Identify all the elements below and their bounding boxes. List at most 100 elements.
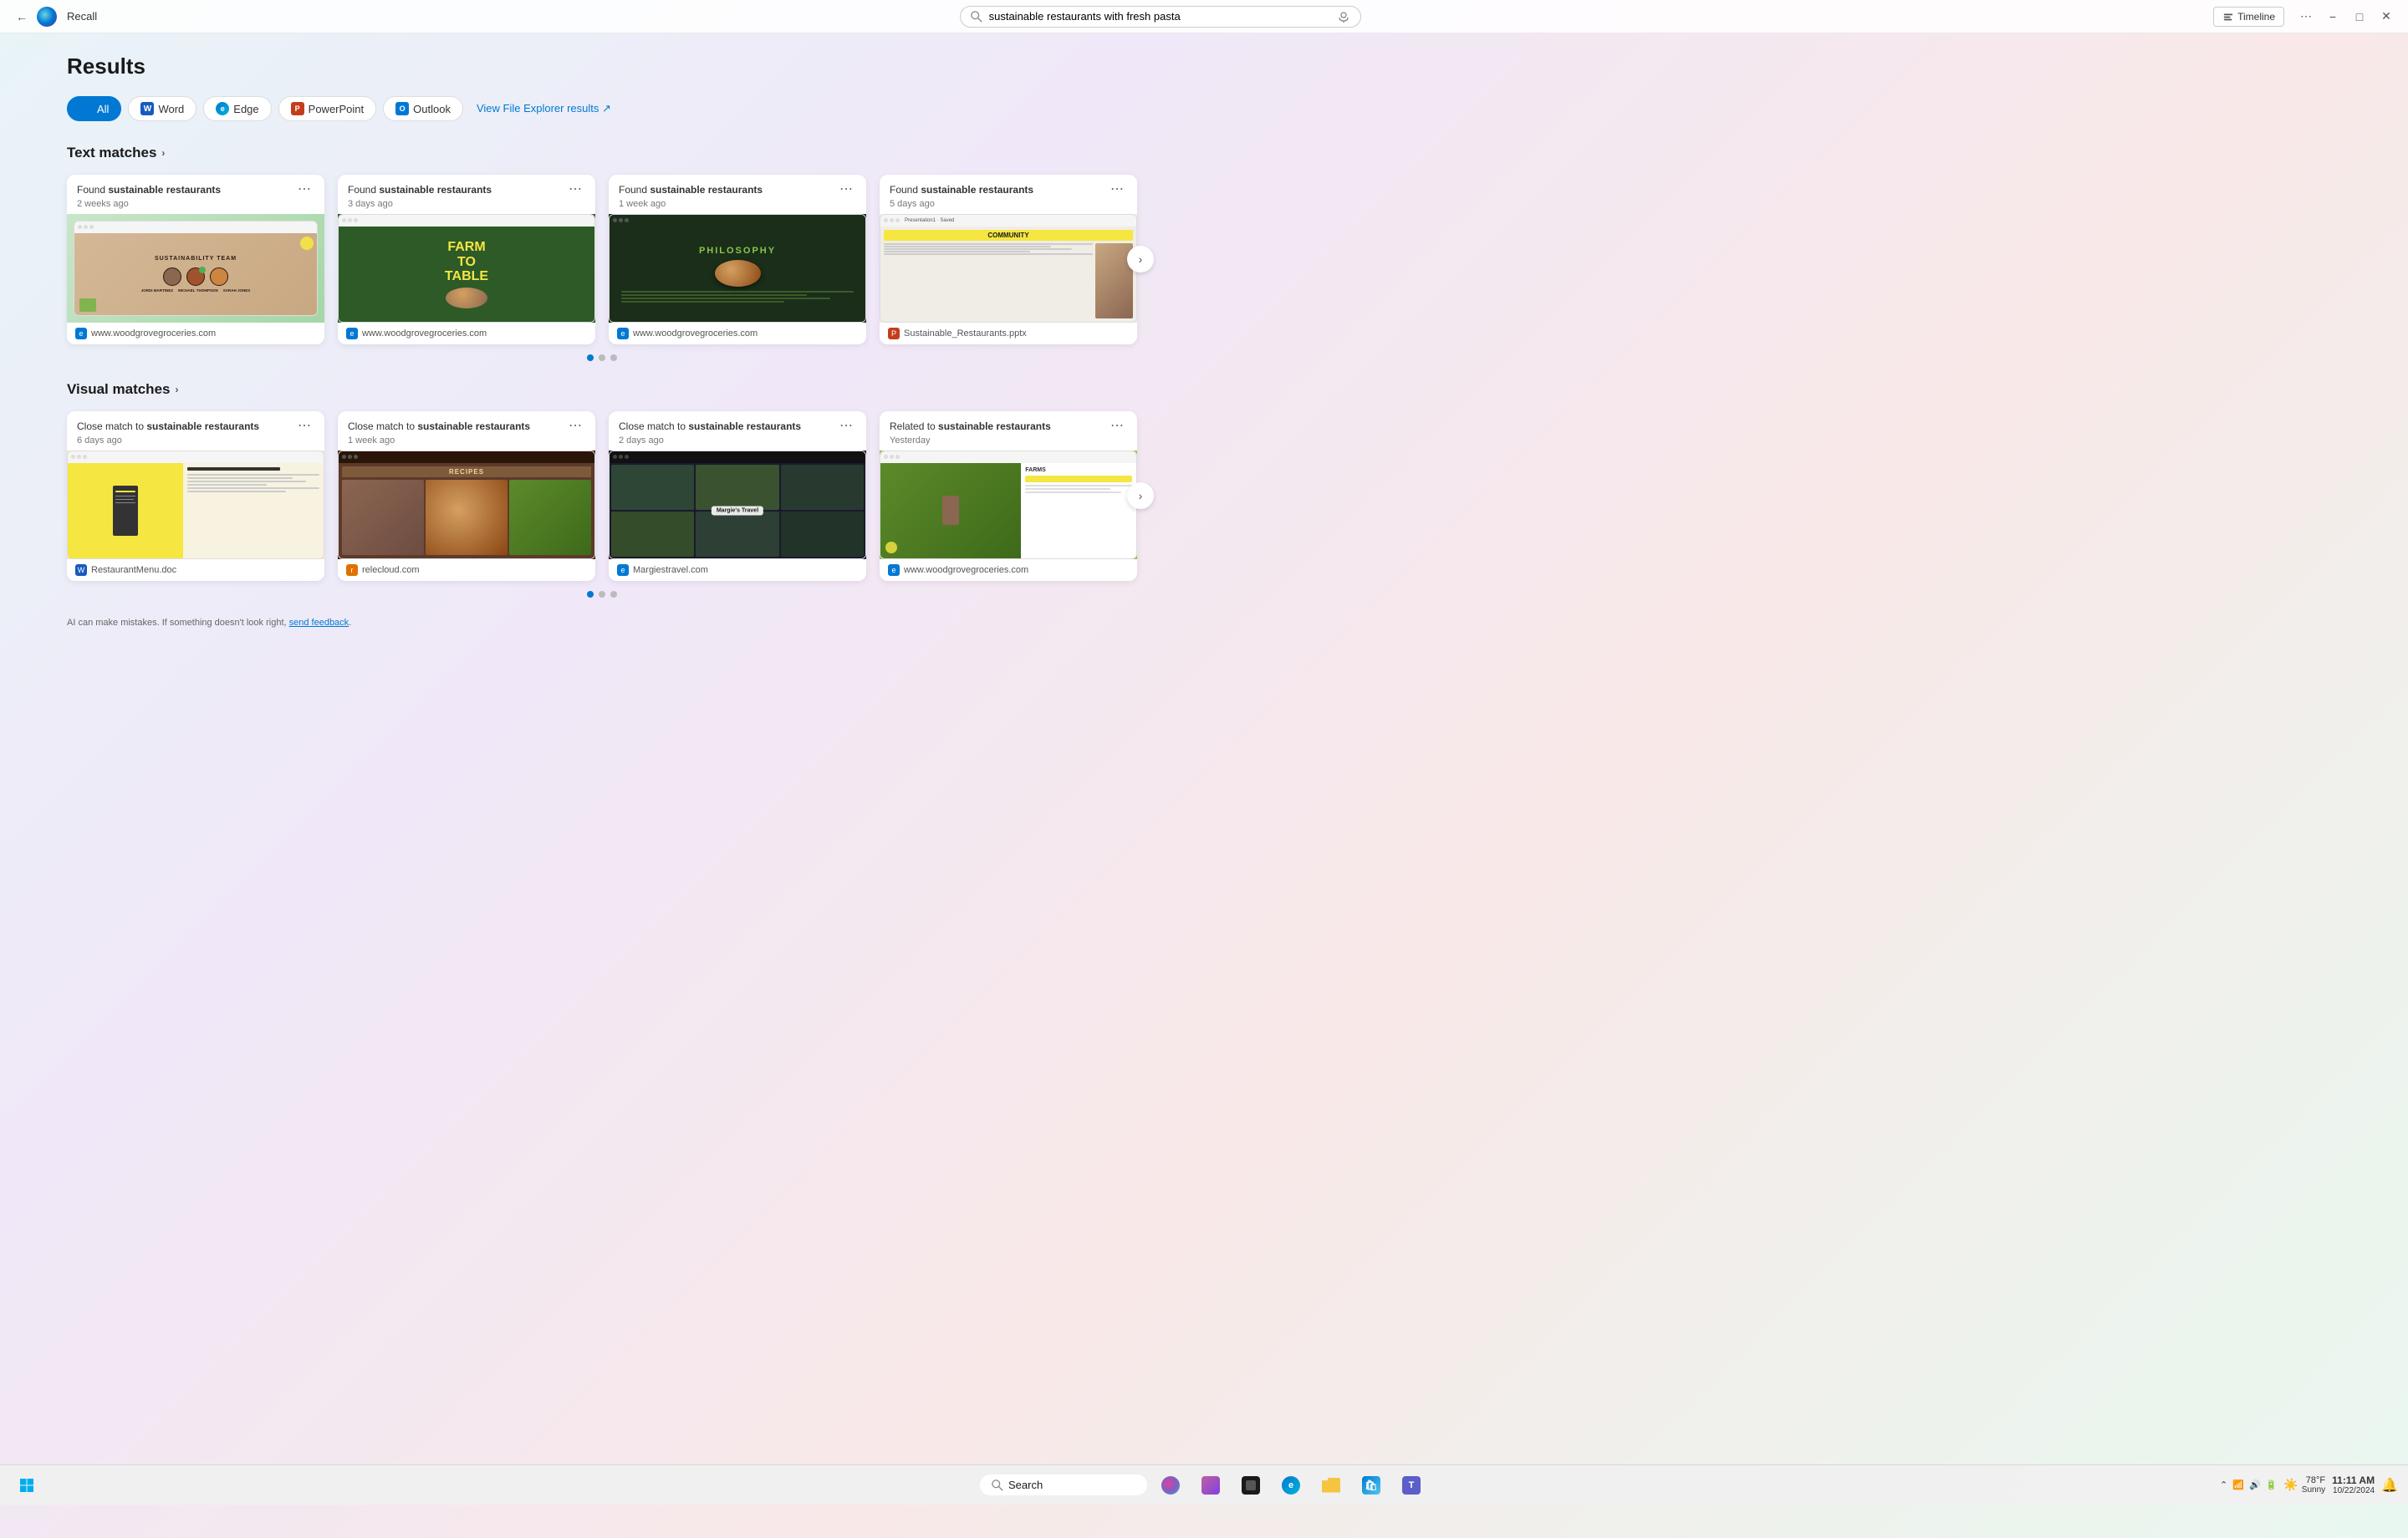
visual-matches-next[interactable]: › (1127, 482, 1154, 509)
card-image-1: SUSTAINABILITY TEAM JORDI MARTINEZ (67, 214, 324, 323)
visual-matches-grid: Close match to sustainable restaurants 6… (67, 411, 1137, 581)
windows-icon (19, 1478, 34, 1493)
visual-dot-2[interactable] (599, 591, 605, 598)
back-button[interactable]: ← (10, 5, 33, 28)
voice-icon[interactable] (1337, 10, 1350, 23)
text-matches-next[interactable]: › (1127, 246, 1154, 272)
tab-word-label: Word (158, 103, 184, 115)
visual-footer-icon-2: r (346, 564, 358, 576)
card-menu-3[interactable]: ⋯ (836, 183, 856, 196)
taskbar-app-teams[interactable]: T (1395, 1469, 1428, 1502)
taskbar-search[interactable]: Search (980, 1474, 1147, 1495)
visual-match-card-3[interactable]: Close match to sustainable restaurants 2… (609, 411, 866, 581)
tab-powerpoint[interactable]: P PowerPoint (278, 96, 376, 121)
more-options-button[interactable]: ⋯ (2294, 5, 2318, 28)
text-matches-grid: Found sustainable restaurants 2 weeks ag… (67, 175, 1137, 344)
taskbar-app-recall[interactable] (1154, 1469, 1187, 1502)
page-title: Results (67, 53, 1137, 79)
minimize-button[interactable]: − (2321, 5, 2344, 28)
visual-card-menu-2[interactable]: ⋯ (565, 420, 585, 433)
text-match-card-2[interactable]: Found sustainable restaurants 3 days ago… (338, 175, 595, 344)
card-menu-1[interactable]: ⋯ (294, 183, 314, 196)
text-match-card-4[interactable]: Found sustainable restaurants 5 days ago… (880, 175, 1137, 344)
visual-footer-icon-4: e (888, 564, 900, 576)
send-feedback-link[interactable]: send feedback (289, 618, 349, 628)
card-url-2: www.woodgrovegroceries.com (362, 328, 487, 339)
outlook-icon: O (395, 102, 409, 115)
app-title: Recall (67, 10, 97, 23)
visual-card-header-2: Close match to sustainable restaurants 1… (338, 411, 595, 451)
visual-card-title-3: Close match to sustainable restaurants (619, 420, 836, 434)
visual-match-card-1[interactable]: Close match to sustainable restaurants 6… (67, 411, 324, 581)
taskbar-app-unknown1[interactable] (1194, 1469, 1227, 1502)
card-menu-2[interactable]: ⋯ (565, 183, 585, 196)
clock[interactable]: 11:11 AM 10/22/2024 (2332, 1474, 2375, 1495)
card-url-1: www.woodgrovegroceries.com (91, 328, 216, 339)
taskbar-app-files[interactable] (1314, 1469, 1348, 1502)
text-match-card-1[interactable]: Found sustainable restaurants 2 weeks ag… (67, 175, 324, 344)
visual-card-menu-4[interactable]: ⋯ (1107, 420, 1127, 433)
visual-card-image-4: FARMS (880, 451, 1137, 559)
visual-card-title-1: Close match to sustainable restaurants (77, 420, 294, 434)
taskbar-app-edge[interactable]: e (1274, 1469, 1308, 1502)
close-button[interactable]: ✕ (2375, 5, 2398, 28)
card-url-3: www.woodgrovegroceries.com (633, 328, 758, 339)
text-matches-chevron[interactable]: › (161, 147, 165, 159)
visual-match-card-4[interactable]: Related to sustainable restaurants Yeste… (880, 411, 1137, 581)
visual-card-menu-1[interactable]: ⋯ (294, 420, 314, 433)
card-footer-1: e www.woodgrovegroceries.com (67, 323, 324, 344)
visual-card-footer-2: r relecloud.com (338, 559, 595, 581)
card-menu-4[interactable]: ⋯ (1107, 183, 1127, 196)
taskbar-app-unknown2[interactable] (1234, 1469, 1268, 1502)
taskbar-app-store[interactable]: 🛍 (1354, 1469, 1388, 1502)
dot-3[interactable] (610, 354, 617, 361)
text-matches-pagination (67, 354, 1137, 361)
tab-word[interactable]: W Word (128, 96, 196, 121)
weather-widget[interactable]: ☀️ 78°F Sunny (2283, 1475, 2325, 1495)
tab-all[interactable]: All (67, 96, 121, 121)
taskbar-search-icon (992, 1479, 1003, 1491)
card-image-4: Presentation1 · Saved COMMUNITY (880, 214, 1137, 323)
visual-dot-1[interactable] (587, 591, 594, 598)
notification-icon[interactable]: 🔔 (2381, 1477, 2398, 1494)
visual-matches-pagination (67, 591, 1137, 598)
dot-2[interactable] (599, 354, 605, 361)
footer-icon-2: e (346, 328, 358, 339)
timeline-button[interactable]: Timeline (2213, 7, 2284, 27)
visual-card-title-4: Related to sustainable restaurants (890, 420, 1107, 434)
visual-card-title-2: Close match to sustainable restaurants (348, 420, 565, 434)
app-icon (37, 7, 57, 27)
maximize-button[interactable]: □ (2348, 5, 2371, 28)
visual-card-url-1: RestaurantMenu.doc (91, 565, 176, 575)
search-icon (971, 11, 982, 23)
card-url-4: Sustainable_Restaurants.pptx (904, 328, 1027, 339)
card-title-1: Found sustainable restaurants (77, 183, 294, 197)
visual-matches-chevron[interactable]: › (175, 384, 178, 395)
start-button[interactable] (10, 1469, 43, 1502)
network-icon[interactable]: 📶 (2232, 1479, 2244, 1490)
visual-footer-icon-1: W (75, 564, 87, 576)
search-input[interactable] (989, 10, 1330, 23)
card-footer-3: e www.woodgrovegroceries.com (609, 323, 866, 344)
tab-outlook[interactable]: O Outlook (383, 96, 463, 121)
card-footer-4: P Sustainable_Restaurants.pptx (880, 323, 1137, 344)
visual-card-url-3: Margiestravel.com (633, 565, 708, 575)
dot-1[interactable] (587, 354, 594, 361)
visual-match-card-2[interactable]: Close match to sustainable restaurants 1… (338, 411, 595, 581)
card-footer-2: e www.woodgrovegroceries.com (338, 323, 595, 344)
battery-icon[interactable]: 🔋 (2266, 1479, 2278, 1490)
visual-card-time-1: 6 days ago (77, 435, 294, 446)
taskbar-right: ⌃ 📶 🔊 🔋 ☀️ 78°F Sunny 11:11 AM 10/22/202… (2220, 1474, 2398, 1495)
view-file-explorer-link[interactable]: View File Explorer results ↗ (477, 102, 611, 115)
search-bar (960, 6, 1361, 28)
visual-dot-3[interactable] (610, 591, 617, 598)
text-matches-header: Text matches › (67, 145, 1137, 161)
tab-all-label: All (97, 103, 109, 115)
tab-edge[interactable]: e Edge (203, 96, 271, 121)
card-time-1: 2 weeks ago (77, 199, 294, 209)
up-arrow-icon[interactable]: ⌃ (2220, 1479, 2227, 1490)
text-match-card-3[interactable]: Found sustainable restaurants 1 week ago… (609, 175, 866, 344)
system-tray[interactable]: ⌃ 📶 🔊 🔋 (2220, 1479, 2277, 1490)
wifi-icon[interactable]: 🔊 (2249, 1479, 2261, 1490)
visual-card-menu-3[interactable]: ⋯ (836, 420, 856, 433)
